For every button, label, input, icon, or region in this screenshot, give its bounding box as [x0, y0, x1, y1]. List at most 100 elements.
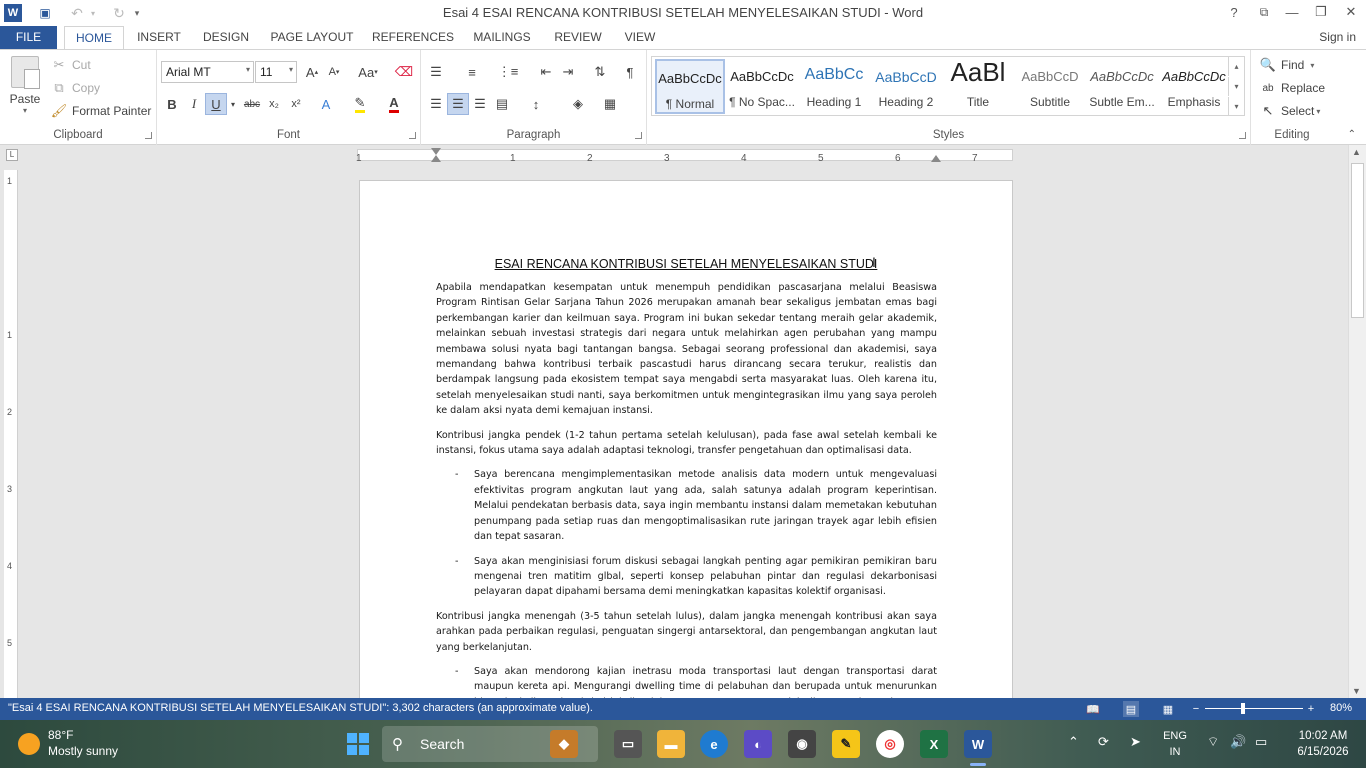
collapse-ribbon-icon[interactable]: ⌃ [1348, 129, 1356, 140]
justify-icon[interactable]: ▤ [491, 93, 513, 115]
windows-start-icon[interactable] [347, 733, 369, 755]
style-no-spacing[interactable]: AaBbCcDc ¶ No Spac... [727, 59, 797, 114]
tab-page-layout[interactable]: PAGE LAYOUT [268, 26, 356, 50]
excel-icon[interactable]: X [920, 730, 948, 758]
document-page[interactable]: ESAI RENCANA KONTRIBUSI SETELAH MENYELES… [359, 180, 1013, 698]
edge-icon[interactable]: e [700, 730, 728, 758]
zoom-out-button[interactable]: − [1188, 701, 1204, 717]
minimize-button[interactable]: — [1277, 0, 1307, 24]
send-icon[interactable]: ➤ [1130, 734, 1141, 750]
scrollbar-thumb[interactable] [1351, 163, 1364, 318]
zoom-slider[interactable] [1205, 703, 1303, 714]
paragraph-launcher-icon[interactable] [635, 132, 642, 139]
tab-file[interactable]: FILE [0, 26, 57, 50]
vertical-scrollbar[interactable]: ▲ ▼ [1348, 145, 1366, 698]
superscript-button[interactable]: x² [285, 93, 307, 115]
replace-button[interactable]: ab Replace [1259, 79, 1325, 97]
read-mode-icon[interactable]: 📖 [1085, 701, 1101, 717]
gallery-more-icon[interactable]: ▾ [1228, 97, 1244, 116]
close-button[interactable]: ✕ [1336, 0, 1366, 24]
style-subtitle[interactable]: AaBbCcD Subtitle [1015, 59, 1085, 114]
tab-insert[interactable]: INSERT [132, 26, 186, 50]
style-heading-1[interactable]: AaBbCc Heading 1 [799, 59, 869, 114]
decrease-indent-icon[interactable]: ⇤ [535, 61, 557, 83]
tab-design[interactable]: DESIGN [199, 26, 253, 50]
chrome-icon[interactable]: ◎ [876, 730, 904, 758]
font-size-combo[interactable]: 11 ▾ [255, 61, 297, 83]
select-button[interactable]: ↖ Select ▾ [1259, 102, 1321, 120]
language-indicator[interactable]: ENG IN [1160, 728, 1190, 760]
zoom-in-button[interactable]: + [1303, 701, 1319, 717]
camera-icon[interactable]: ◉ [788, 730, 816, 758]
wifi-icon[interactable]: ⌔ [1207, 734, 1219, 750]
highlight-color-icon[interactable]: ✎ [349, 93, 371, 115]
style-title[interactable]: AaBl Title [943, 57, 1013, 114]
tab-view[interactable]: VIEW [619, 26, 661, 50]
scroll-down-icon[interactable]: ▼ [1352, 686, 1361, 696]
paste-button[interactable]: Paste ▾ [6, 56, 44, 126]
style-normal[interactable]: AaBbCcDc ¶ Normal [655, 59, 725, 114]
volume-icon[interactable]: 🔊 [1230, 734, 1246, 750]
underline-dropdown-icon[interactable]: ▾ [227, 93, 239, 115]
italic-button[interactable]: I [183, 93, 205, 115]
underline-button[interactable]: U [205, 93, 227, 115]
web-layout-icon[interactable]: ▦ [1160, 701, 1176, 717]
bullets-icon[interactable]: ☰ [425, 61, 447, 83]
battery-icon[interactable]: ▭ [1255, 734, 1267, 750]
document-area[interactable]: ESAI RENCANA KONTRIBUSI SETELAH MENYELES… [22, 167, 1348, 698]
zoom-slider-knob[interactable] [1241, 703, 1245, 714]
strikethrough-button[interactable]: abc [241, 93, 263, 115]
sticky-notes-icon[interactable]: ✎ [832, 730, 860, 758]
zoom-level[interactable]: 80% [1330, 702, 1352, 714]
shading-icon[interactable]: ◈ [567, 93, 589, 115]
clear-formatting-icon[interactable]: ⌫ [393, 61, 415, 83]
tab-references[interactable]: REFERENCES [372, 26, 454, 50]
word-taskbar-icon[interactable]: W [964, 730, 992, 766]
right-indent-marker[interactable] [931, 155, 941, 162]
print-layout-icon[interactable]: ▤ [1123, 701, 1139, 717]
align-left-icon[interactable]: ☰ [425, 93, 447, 115]
numbering-icon[interactable]: ≡ [461, 61, 483, 83]
style-heading-2[interactable]: AaBbCcD Heading 2 [871, 59, 941, 114]
text-effects-icon[interactable]: A [315, 93, 337, 115]
sync-icon[interactable]: ⟳ [1098, 734, 1109, 750]
increase-indent-icon[interactable]: ⇥ [557, 61, 579, 83]
tab-mailings[interactable]: MAILINGS [468, 26, 536, 50]
task-view-icon[interactable]: ▭ [614, 730, 642, 758]
gallery-up-icon[interactable]: ▴ [1228, 57, 1244, 76]
tab-review[interactable]: REVIEW [551, 26, 605, 50]
first-line-indent-marker[interactable] [431, 148, 441, 155]
tab-home[interactable]: HOME [64, 26, 124, 51]
line-spacing-icon[interactable]: ↕ [525, 93, 547, 115]
app-icon[interactable]: ◐ [744, 730, 772, 758]
font-name-combo[interactable]: Arial MT ▾ [161, 61, 254, 83]
copilot-icon[interactable]: ◆ [550, 730, 578, 758]
subscript-button[interactable]: x₂ [263, 93, 285, 115]
bold-button[interactable]: B [161, 93, 183, 115]
scroll-up-icon[interactable]: ▲ [1352, 147, 1361, 157]
clock[interactable]: 10:02 AM 6/15/2026 [1288, 728, 1358, 760]
sign-in-link[interactable]: Sign in [1319, 30, 1356, 44]
copy-button[interactable]: ⧉ Copy [50, 79, 100, 97]
align-center-icon[interactable]: ☰ [447, 93, 469, 115]
style-subtle-emphasis[interactable]: AaBbCcDc Subtle Em... [1087, 59, 1157, 114]
format-painter-button[interactable]: 🖌 Format Painter [50, 102, 152, 120]
show-hidden-icons-icon[interactable]: ⌃ [1068, 734, 1079, 750]
sort-icon[interactable]: ⇅ [589, 61, 611, 83]
tab-selector-icon[interactable]: L [6, 149, 18, 161]
show-formatting-button[interactable]: ¶ [619, 61, 641, 83]
ribbon-display-options-icon[interactable]: ⧉ [1249, 0, 1279, 24]
cut-button[interactable]: ✂ Cut [50, 56, 91, 74]
font-color-icon[interactable]: A [383, 93, 405, 115]
clipboard-launcher-icon[interactable] [145, 132, 152, 139]
style-emphasis[interactable]: AaBbCcDc Emphasis [1159, 59, 1229, 114]
change-case-button[interactable]: Aa ▾ [353, 61, 383, 83]
font-launcher-icon[interactable] [409, 132, 416, 139]
file-explorer-icon[interactable]: ▬ [657, 730, 685, 758]
borders-icon[interactable]: ▦ [599, 93, 621, 115]
styles-launcher-icon[interactable] [1239, 132, 1246, 139]
gallery-down-icon[interactable]: ▾ [1228, 77, 1244, 96]
hanging-indent-marker[interactable] [431, 155, 441, 162]
shrink-font-button[interactable]: A ▾ [323, 61, 345, 83]
help-button[interactable]: ? [1219, 0, 1249, 24]
